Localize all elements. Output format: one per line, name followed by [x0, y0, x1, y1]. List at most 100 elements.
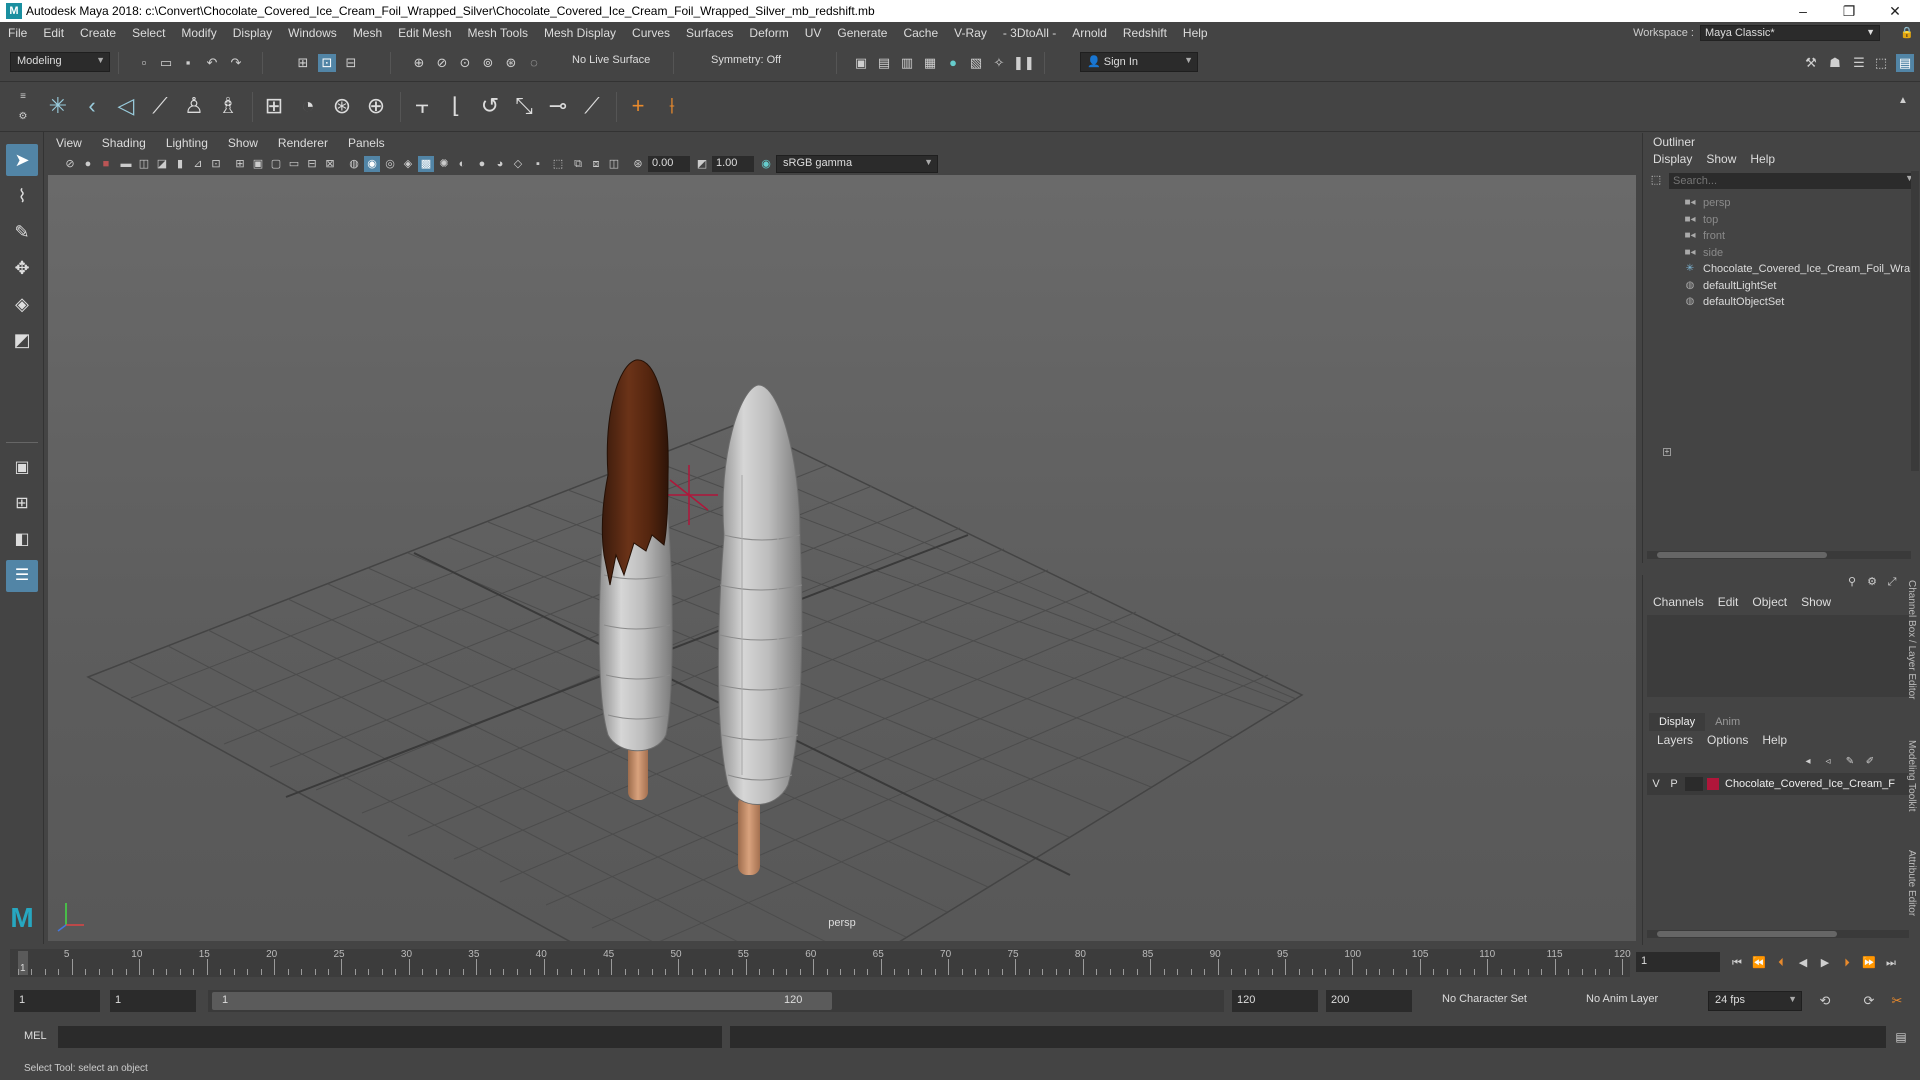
mode-dropdown[interactable]: Modeling ▼	[10, 52, 110, 72]
render-settings-icon[interactable]: ▦	[921, 54, 939, 72]
channel-menu-show[interactable]: Show	[1801, 595, 1831, 609]
snap-point-icon[interactable]: ⊙	[456, 54, 474, 72]
camera-lock-icon[interactable]: ●	[80, 156, 96, 172]
playback-start-field[interactable]: 1	[110, 990, 196, 1012]
go-to-start-icon[interactable]: ⏮	[1728, 954, 1746, 972]
workspace-dropdown[interactable]: Maya Classic* ▼	[1700, 25, 1880, 41]
step-forward-frame-icon[interactable]: ⏵	[1838, 954, 1856, 972]
go-to-end-icon[interactable]: ⏭	[1882, 954, 1900, 972]
xray-joints-icon[interactable]: ⬚	[550, 156, 566, 172]
current-frame-field[interactable]: 1	[1636, 952, 1720, 972]
menu-edit-mesh[interactable]: Edit Mesh	[390, 26, 459, 40]
paint-select-tool-icon[interactable]: ✎	[6, 216, 38, 248]
exposure-reset-icon[interactable]: ⊛	[630, 156, 646, 172]
menu-uv[interactable]: UV	[797, 26, 830, 40]
scale-tool-icon[interactable]: ◩	[6, 324, 38, 356]
menu-mesh-tools[interactable]: Mesh Tools	[460, 26, 536, 40]
tool-settings-icon[interactable]: ⬚	[1872, 54, 1890, 72]
menu-curves[interactable]: Curves	[624, 26, 678, 40]
side-tab-channel-box[interactable]: Channel Box / Layer Editor	[1906, 580, 1917, 700]
render-view-icon[interactable]: ▤	[875, 54, 893, 72]
layer-menu-help[interactable]: Help	[1762, 733, 1787, 747]
sign-in-dropdown[interactable]: 👤 Sign In ▼	[1080, 52, 1198, 72]
animation-start-field[interactable]: 1	[14, 990, 100, 1012]
filter-icon[interactable]: ⬚	[1647, 171, 1665, 189]
auto-key-icon[interactable]: ⟳	[1860, 992, 1878, 1010]
side-tab-modeling-toolkit[interactable]: Modeling Toolkit	[1906, 740, 1917, 812]
anim-preferences-icon[interactable]: ✂	[1888, 992, 1906, 1010]
ambient-occlusion-icon[interactable]: ◐	[454, 156, 470, 172]
outliner-item[interactable]: ◍ defaultObjectSet	[1683, 292, 1785, 312]
layer-menu-layers[interactable]: Layers	[1657, 733, 1693, 747]
3d-viewport[interactable]: persp	[48, 175, 1636, 941]
joint-tool-icon[interactable]: ✳	[42, 90, 74, 122]
play-backwards-icon[interactable]: ◀	[1794, 954, 1812, 972]
script-editor-icon[interactable]: ▤	[1892, 1028, 1910, 1046]
viewport-menu-panels[interactable]: Panels	[338, 136, 395, 150]
bind-skin-icon[interactable]: ⟋	[144, 90, 176, 122]
four-view-layout-icon[interactable]: ⊞	[6, 488, 38, 520]
outliner-menu-show[interactable]: Show	[1706, 152, 1736, 166]
shelf-scroll-icon[interactable]: ▲	[1894, 92, 1912, 110]
point-constraint-icon[interactable]: ⌊	[440, 90, 472, 122]
channel-box-icon-a[interactable]: ⚲	[1843, 573, 1861, 591]
menu-3dtoall[interactable]: - 3DtoAll -	[995, 26, 1064, 40]
gamma-icon[interactable]: ◩	[694, 156, 710, 172]
menu-redshift[interactable]: Redshift	[1115, 26, 1175, 40]
outliner-search-input[interactable]	[1669, 173, 1911, 189]
ik-spline-icon[interactable]: ◁	[110, 90, 142, 122]
loop-icon[interactable]: ⟲	[1816, 992, 1834, 1010]
create-locator-joint-icon[interactable]: ⟊	[656, 90, 688, 122]
lasso-tool-icon[interactable]: ⌇	[6, 180, 38, 212]
restore-button[interactable]: ❐	[1826, 0, 1872, 22]
scrollbar-thumb[interactable]	[1657, 552, 1827, 558]
channel-menu-edit[interactable]: Edit	[1718, 595, 1739, 609]
menu-help[interactable]: Help	[1175, 26, 1216, 40]
snap-surface-icon[interactable]: ⊛	[502, 54, 520, 72]
redo-icon[interactable]: ↷	[227, 54, 245, 72]
time-slider[interactable]: 1 5 10 15 20 25 30 35 40 45 50 55 60 65 70 75 80 85 90 95 1…	[0, 945, 1920, 981]
smooth-shade-icon[interactable]: ⊠	[322, 156, 338, 172]
new-layer-selected-icon[interactable]: ✐	[1861, 753, 1879, 771]
exposure-icon[interactable]: ◫	[606, 156, 622, 172]
parent-constraint-icon[interactable]: ⫟	[406, 90, 438, 122]
layer-move-down-icon[interactable]: ◃	[1819, 753, 1837, 771]
layer-visibility-toggle[interactable]: V	[1647, 778, 1665, 790]
menu-mesh-display[interactable]: Mesh Display	[536, 26, 624, 40]
human-ik-icon[interactable]: ☗	[1826, 54, 1844, 72]
viewport-menu-renderer[interactable]: Renderer	[268, 136, 338, 150]
menu-create[interactable]: Create	[72, 26, 124, 40]
outliner-menu-display[interactable]: Display	[1653, 152, 1692, 166]
safe-title-icon[interactable]: ▭	[286, 156, 302, 172]
viewport-menu-shading[interactable]: Shading	[92, 136, 156, 150]
motion-blur-icon[interactable]: ●	[474, 156, 490, 172]
locator-icon[interactable]: +	[622, 90, 654, 122]
layer-move-up-icon[interactable]: ◂	[1799, 753, 1817, 771]
lattice-icon[interactable]: ◔	[292, 90, 324, 122]
wrap-icon[interactable]: ⊕	[360, 90, 392, 122]
menu-surfaces[interactable]: Surfaces	[678, 26, 741, 40]
new-scene-icon[interactable]: ▫	[135, 54, 153, 72]
fps-dropdown[interactable]: 24 fps ▼	[1708, 991, 1802, 1011]
depth-of-field-icon[interactable]: ◇	[510, 156, 526, 172]
step-forward-key-icon[interactable]: ⏩	[1860, 954, 1878, 972]
menu-windows[interactable]: Windows	[280, 26, 345, 40]
2d-pan-zoom-icon[interactable]: ◪	[154, 156, 170, 172]
menu-arnold[interactable]: Arnold	[1064, 26, 1115, 40]
grease-pencil-icon[interactable]: ◫	[136, 156, 152, 172]
ipr-render-icon[interactable]: ▥	[898, 54, 916, 72]
command-input[interactable]	[58, 1026, 722, 1048]
menu-display[interactable]: Display	[225, 26, 280, 40]
menu-select[interactable]: Select	[124, 26, 173, 40]
snap-curve-icon[interactable]: ⊘	[433, 54, 451, 72]
select-tool-icon[interactable]: ➤	[6, 144, 38, 176]
layer-row[interactable]: V P Chocolate_Covered_Ice_Cream_F	[1647, 773, 1909, 795]
scrollbar-thumb[interactable]	[1657, 931, 1837, 937]
viewport-menu-show[interactable]: Show	[218, 136, 268, 150]
viewport-menu-lighting[interactable]: Lighting	[156, 136, 218, 150]
modeling-toolkit-icon[interactable]: ⚒	[1802, 54, 1820, 72]
textured-icon[interactable]: ◎	[382, 156, 398, 172]
horizontal-scrollbar[interactable]	[1647, 551, 1911, 559]
rotate-tool-icon[interactable]: ◈	[6, 288, 38, 320]
safe-action-icon[interactable]: ▢	[268, 156, 284, 172]
